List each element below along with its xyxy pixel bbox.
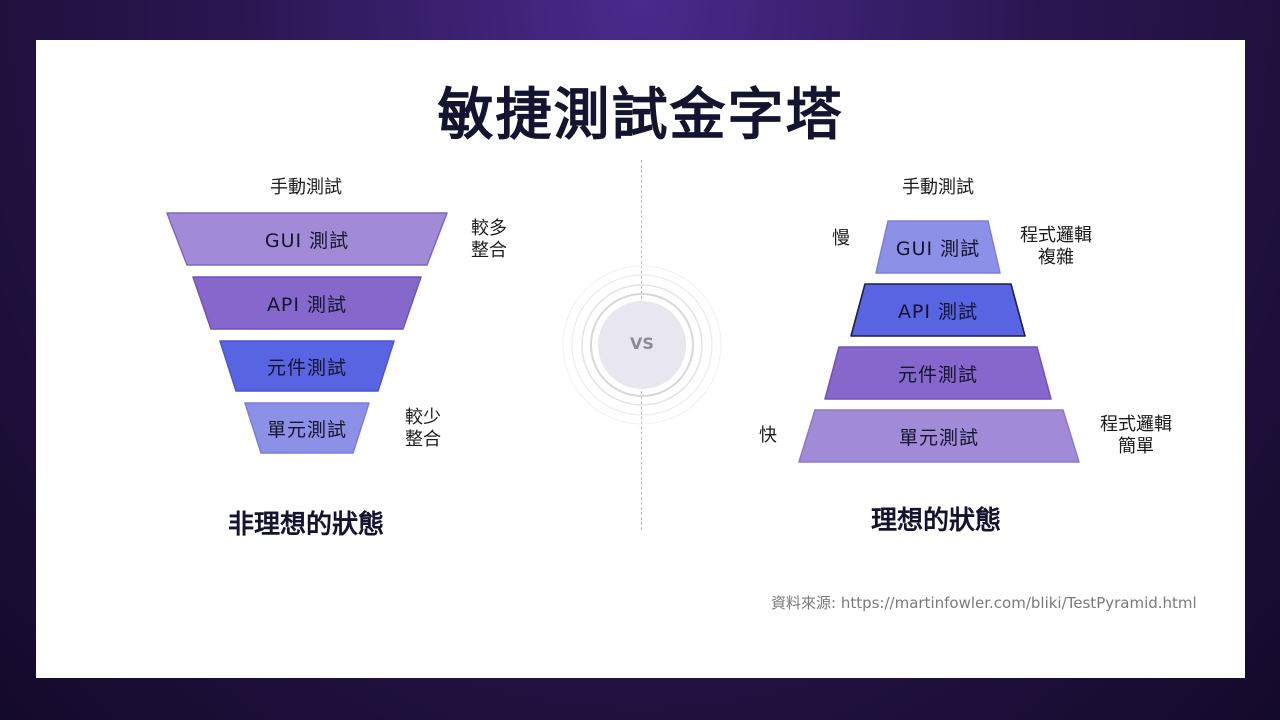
right-note-top-line2: 複雜	[1038, 247, 1074, 268]
right-state-caption: 理想的狀態	[870, 506, 1001, 536]
left-note-bottom-line2: 整合	[405, 429, 441, 450]
left-layer-component: 元件測試	[218, 339, 396, 393]
right-layer-unit: 單元測試	[797, 408, 1081, 464]
left-layer-api-label: API 測試	[266, 293, 348, 316]
right-layer-unit-label: 單元測試	[898, 426, 979, 449]
vs-label: VS	[630, 334, 654, 353]
left-layer-gui-label: GUI 測試	[264, 229, 350, 252]
left-more-integration-note: 較多 整合	[471, 218, 531, 262]
right-simple-logic-note: 程式邏輯 簡單	[1091, 414, 1181, 458]
right-note-bottom-line2: 簡單	[1118, 436, 1154, 457]
right-layer-api-label: API 測試	[897, 300, 979, 323]
right-layer-gui-label: GUI 測試	[895, 237, 981, 260]
left-state-caption: 非理想的狀態	[227, 510, 384, 540]
slide: 敏捷測試金字塔 手動測試 GUI 測試 API 測試 元件測試 單元測試 較多 …	[36, 40, 1245, 678]
left-layer-component-label: 元件測試	[266, 356, 347, 379]
right-layer-api: API 測試	[849, 282, 1027, 338]
right-layer-gui: GUI 測試	[874, 219, 1002, 275]
left-layer-unit-label: 單元測試	[266, 418, 347, 441]
left-layer-gui: GUI 測試	[165, 211, 449, 267]
right-layer-component-label: 元件測試	[897, 363, 978, 386]
left-manual-test-label: 手動測試	[270, 177, 342, 198]
left-layer-api: API 測試	[191, 275, 423, 331]
right-complex-logic-note: 程式邏輯 複雜	[1011, 225, 1101, 269]
right-note-bottom-line1: 程式邏輯	[1100, 414, 1172, 435]
left-note-top-line1: 較多	[471, 218, 507, 239]
left-note-bottom-line1: 較少	[405, 407, 441, 428]
right-note-top-line1: 程式邏輯	[1020, 225, 1092, 246]
source-citation: 資料來源: https://martinfowler.com/bliki/Tes…	[771, 594, 1197, 612]
right-layer-component: 元件測試	[823, 345, 1053, 401]
left-less-integration-note: 較少 整合	[405, 407, 465, 451]
vs-badge: VS	[562, 265, 722, 425]
right-slow-label: 慢	[832, 228, 850, 249]
right-manual-test-label: 手動測試	[902, 177, 974, 198]
left-layer-unit: 單元測試	[243, 401, 371, 455]
right-fast-label: 快	[759, 425, 777, 446]
left-note-top-line2: 整合	[471, 240, 507, 261]
slide-title: 敏捷測試金字塔	[437, 83, 844, 148]
